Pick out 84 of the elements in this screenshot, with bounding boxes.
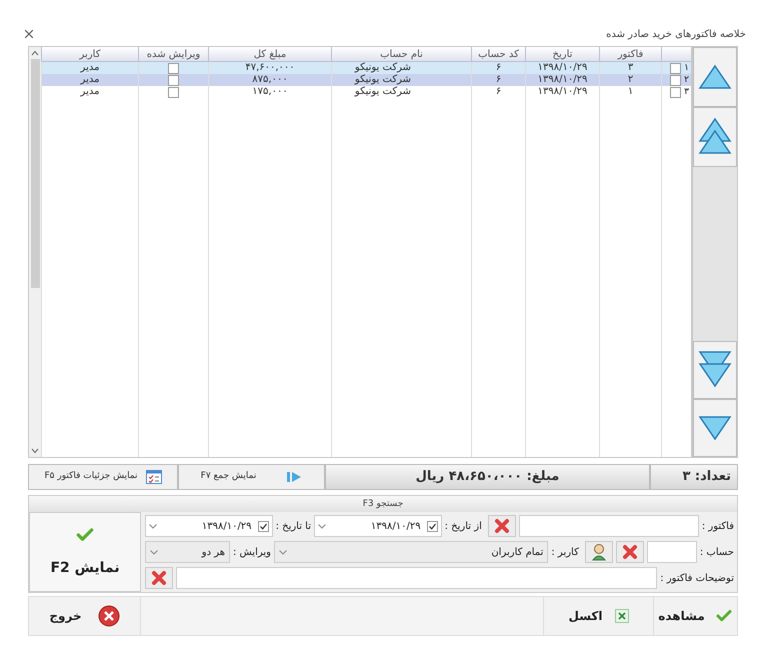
table-cell: ۴۷,۶۰۰,۰۰۰ [245,62,295,74]
caret-icon [150,550,158,554]
navigation-button[interactable] [693,341,737,399]
table-cell: ۱۳۹۸/۱۰/۲۹ [538,62,588,74]
table-cell: شرکت یونیکو [354,74,411,86]
column-header[interactable]: تاریخ [525,47,599,61]
from-date-field[interactable]: ۱۳۹۸/۱۰/۲۹ [314,515,442,537]
row-number: ۳ [684,86,689,98]
close-circle-icon [98,605,120,627]
amount-label: مبلغ: ۴۸،۶۵۰،۰۰۰ ریال [325,464,650,490]
date-checkbox[interactable] [258,520,269,532]
account-field[interactable] [646,541,697,563]
edit-dropdown[interactable]: هر دو [145,541,230,563]
spreadsheet-icon [614,609,629,623]
table-cell: شرکت یونیکو [354,62,411,74]
table-cell: ۶ [496,86,502,98]
column-header[interactable]: ویرایش شده [138,47,208,61]
row-checkbox[interactable] [670,86,682,98]
caret-icon [318,524,326,528]
clear-button[interactable] [145,567,173,589]
field-label: توضیحات فاکتور : [660,572,734,586]
edited-checkbox[interactable] [168,62,179,74]
row-number: ۱ [684,62,689,74]
table-row[interactable]: ۲ ۲ ۱۳۹۸/۱۰/۲۹ ۶ شرکت یونیکو ۸۷۵,۰۰۰ مدیر [41,74,691,86]
table-cell: مدیر [80,86,100,98]
navigation-button[interactable] [693,47,737,107]
show-button[interactable]: نمایش F2 [29,512,141,592]
count-label: تعداد: ۳ [650,464,738,490]
clear-icon [622,544,638,560]
column-header[interactable]: کد حساب [471,47,525,61]
column-header[interactable]: مبلغ کل [208,47,331,61]
person-icon [590,543,607,561]
table-cell: ۱ [628,86,634,98]
scrollbar[interactable] [29,47,41,457]
row-checkbox[interactable] [670,74,682,86]
scroll-up-icon [31,50,39,56]
clear-icon [494,518,510,534]
navigation-button[interactable] [693,107,737,167]
field-label: حساب : [700,546,734,560]
scroll-thumb[interactable] [30,59,40,288]
table-cell: ۱۷۵,۰۰۰ [252,86,288,98]
table-cell: مدیر [80,74,100,86]
to-date-field[interactable]: ۱۳۹۸/۱۰/۲۹ [144,515,273,537]
window-title: خلاصه فاکتورهای خرید صادر شده [606,28,746,42]
field-label: ویرایش : [233,546,271,560]
navigation-button[interactable] [693,399,737,457]
total-button[interactable]: نمایش جمع F۷ [178,464,325,490]
invoice-field[interactable] [518,515,699,537]
table-cell: شرکت یونیکو [354,86,411,98]
user-picker-button[interactable] [584,541,613,563]
row-checkbox[interactable] [670,62,682,74]
table-cell: ۱۳۹۸/۱۰/۲۹ [538,86,588,98]
field-label: کاربر : [551,546,579,560]
table-cell: ۶ [496,62,502,74]
field-label: تا تاریخ : [276,520,312,534]
play-icon [286,471,302,483]
checklist-icon [146,470,162,484]
caret-icon [148,524,157,528]
field-label: از تاریخ : [444,520,482,534]
search-title: جستجو F3 [29,496,737,512]
table-cell: ۱۳۹۸/۱۰/۲۹ [538,74,588,86]
details-button[interactable]: نمایش جزئیات فاکتور F۵ [28,464,178,490]
notes-field[interactable] [176,567,658,589]
edited-checkbox[interactable] [168,74,179,86]
clear-button[interactable] [616,541,644,563]
caret-icon [279,550,287,554]
field-label: فاکتور : [702,520,734,534]
user-dropdown[interactable]: تمام کاربران [274,541,548,563]
row-number: ۲ [684,74,689,86]
scroll-down-icon [31,448,39,454]
table-row[interactable]: ۳ ۱ ۱۳۹۸/۱۰/۲۹ ۶ شرکت یونیکو ۱۷۵,۰۰۰ مدیر [41,86,691,98]
table-cell: ۲ [628,74,634,86]
clear-button[interactable] [488,515,516,537]
clear-icon [151,570,167,586]
table-cell: ۸۷۵,۰۰۰ [252,74,288,86]
table-cell: ۳ [628,62,634,74]
table-cell: ۶ [496,74,502,86]
edited-checkbox[interactable] [168,86,179,98]
date-checkbox[interactable] [426,520,438,532]
column-header[interactable]: نام حساب [331,47,471,61]
table-row[interactable]: ۱ ۳ ۱۳۹۸/۱۰/۲۹ ۶ شرکت یونیکو ۴۷,۶۰۰,۰۰۰ مدیر [41,62,691,74]
column-header[interactable]: فاکتور [599,47,661,61]
table-cell: مدیر [80,62,100,74]
close-icon[interactable] [22,27,36,41]
